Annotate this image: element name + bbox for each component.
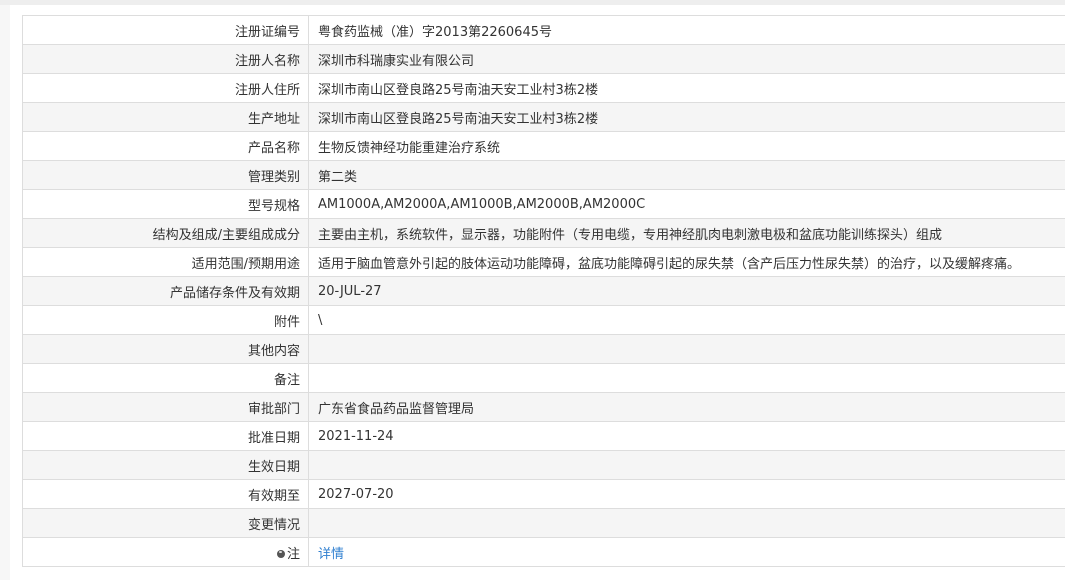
- table-row: 注册人住所 深圳市南山区登良路25号南油天安工业村3栋2楼: [22, 73, 1065, 103]
- note-row: 注 详情: [22, 537, 1065, 567]
- row-value: 2021-11-24: [308, 421, 1065, 451]
- row-label: 产品储存条件及有效期: [22, 276, 309, 306]
- row-label: 审批部门: [22, 392, 309, 422]
- row-value: 广东省食品药品监督管理局: [308, 392, 1065, 422]
- registration-detail-table: 注册证编号 粤食药监械（准）字2013第2260645号 注册人名称 深圳市科瑞…: [22, 15, 1065, 567]
- pin-icon: [276, 549, 285, 558]
- row-value: [308, 363, 1065, 393]
- row-label: 变更情况: [22, 508, 309, 538]
- row-value: 2027-07-20: [308, 479, 1065, 509]
- row-label: 注册人名称: [22, 44, 309, 74]
- row-value: AM1000A,AM2000A,AM1000B,AM2000B,AM2000C: [308, 189, 1065, 219]
- row-label: 批准日期: [22, 421, 309, 451]
- row-label: 附件: [22, 305, 309, 335]
- row-value: 生物反馈神经功能重建治疗系统: [308, 131, 1065, 161]
- top-band: [0, 0, 1065, 5]
- table-row: 产品储存条件及有效期 20-JUL-27: [22, 276, 1065, 306]
- row-value: [308, 334, 1065, 364]
- row-label: 生效日期: [22, 450, 309, 480]
- row-value: 第二类: [308, 160, 1065, 190]
- row-label: 产品名称: [22, 131, 309, 161]
- table-row: 备注: [22, 363, 1065, 393]
- row-label: 有效期至: [22, 479, 309, 509]
- row-label: 注册证编号: [22, 15, 309, 45]
- table-row: 其他内容: [22, 334, 1065, 364]
- row-value: 粤食药监械（准）字2013第2260645号: [308, 15, 1065, 45]
- table-row: 批准日期 2021-11-24: [22, 421, 1065, 451]
- table-row: 产品名称 生物反馈神经功能重建治疗系统: [22, 131, 1065, 161]
- row-value: [308, 508, 1065, 538]
- table-row: 适用范围/预期用途 适用于脑血管意外引起的肢体运动功能障碍，盆底功能障碍引起的尿…: [22, 247, 1065, 277]
- row-label: 型号规格: [22, 189, 309, 219]
- note-value-cell: 详情: [308, 537, 1065, 567]
- row-value: 适用于脑血管意外引起的肢体运动功能障碍，盆底功能障碍引起的尿失禁（含产后压力性尿…: [308, 247, 1065, 277]
- row-label: 注册人住所: [22, 73, 309, 103]
- row-label: 生产地址: [22, 102, 309, 132]
- row-value: \: [308, 305, 1065, 335]
- table-row: 附件 \: [22, 305, 1065, 335]
- row-value: 主要由主机，系统软件，显示器，功能附件（专用电缆，专用神经肌肉电刺激电极和盆底功…: [308, 218, 1065, 248]
- table-row: 注册证编号 粤食药监械（准）字2013第2260645号: [22, 15, 1065, 45]
- table-row: 管理类别 第二类: [22, 160, 1065, 190]
- row-label: 管理类别: [22, 160, 309, 190]
- row-value: [308, 450, 1065, 480]
- row-label: 其他内容: [22, 334, 309, 364]
- row-label: 备注: [22, 363, 309, 393]
- row-value: 深圳市南山区登良路25号南油天安工业村3栋2楼: [308, 102, 1065, 132]
- table-row: 型号规格 AM1000A,AM2000A,AM1000B,AM2000B,AM2…: [22, 189, 1065, 219]
- details-link[interactable]: 详情: [318, 547, 344, 562]
- note-label-cell: 注: [22, 537, 309, 567]
- table-row: 生效日期: [22, 450, 1065, 480]
- table-row: 生产地址 深圳市南山区登良路25号南油天安工业村3栋2楼: [22, 102, 1065, 132]
- table-row: 注册人名称 深圳市科瑞康实业有限公司: [22, 44, 1065, 74]
- note-label: 注: [286, 546, 300, 562]
- row-value: 深圳市南山区登良路25号南油天安工业村3栋2楼: [308, 73, 1065, 103]
- table-row: 变更情况: [22, 508, 1065, 538]
- table-row: 有效期至 2027-07-20: [22, 479, 1065, 509]
- page-edge: [0, 5, 10, 580]
- table-row: 结构及组成/主要组成成分 主要由主机，系统软件，显示器，功能附件（专用电缆，专用…: [22, 218, 1065, 248]
- row-label: 结构及组成/主要组成成分: [22, 218, 309, 248]
- table-row: 审批部门 广东省食品药品监督管理局: [22, 392, 1065, 422]
- row-value: 深圳市科瑞康实业有限公司: [308, 44, 1065, 74]
- row-value: 20-JUL-27: [308, 276, 1065, 306]
- row-label: 适用范围/预期用途: [22, 247, 309, 277]
